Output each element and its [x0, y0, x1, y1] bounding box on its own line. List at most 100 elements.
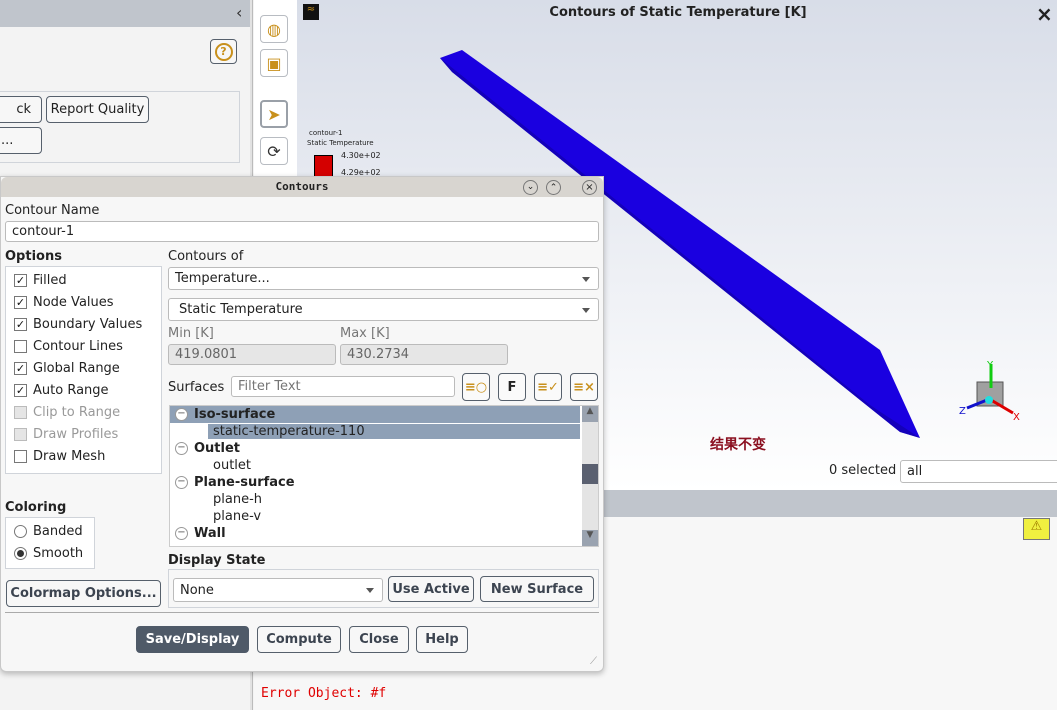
contour-name-input[interactable]: contour-1 — [5, 221, 599, 242]
max-value: 430.2734 — [340, 344, 508, 365]
radio-button[interactable] — [14, 525, 27, 538]
option-label: Filled — [33, 273, 67, 288]
option-boundary-values[interactable]: ✓ Boundary Values — [14, 317, 142, 332]
coloring-smooth[interactable]: Smooth — [14, 546, 83, 561]
option-filled[interactable]: ✓ Filled — [14, 273, 67, 288]
surface-group[interactable]: − Plane-surface — [170, 474, 580, 491]
option-label: Draw Profiles — [33, 427, 119, 442]
scroll-down-arrow[interactable]: ▼ — [582, 530, 598, 546]
option-auto-range[interactable]: ✓ Auto Range — [14, 383, 109, 398]
radio-label: Banded — [33, 524, 83, 539]
radio-button[interactable] — [14, 547, 27, 560]
console-error-text: Error Object: #f — [261, 686, 387, 701]
option-global-range[interactable]: ✓ Global Range — [14, 361, 120, 376]
select-surfaces-icon[interactable]: ≡○ — [462, 373, 490, 401]
surface-filter-input[interactable] — [231, 376, 455, 397]
legend-variable: Static Temperature — [307, 139, 374, 147]
surface-group[interactable]: − Outlet — [170, 440, 580, 457]
scroll-up-arrow[interactable]: ▲ — [582, 406, 598, 422]
surface-list-scrollbar[interactable]: ▲ ▼ — [582, 406, 598, 546]
scroll-thumb[interactable] — [582, 464, 598, 484]
surfaces-label: Surfaces — [168, 380, 225, 395]
close-dialog-button[interactable]: × — [582, 180, 597, 195]
category-select[interactable]: Temperature... — [168, 267, 599, 290]
option-draw-mesh[interactable]: Draw Mesh — [14, 449, 105, 464]
svg-text:X: X — [1013, 412, 1020, 423]
minimize-button[interactable]: ⌄ — [523, 180, 538, 195]
annotation-text: 结果不变 — [710, 437, 766, 453]
collapse-icon[interactable]: − — [175, 442, 188, 455]
display-state-label: Display State — [168, 553, 266, 568]
checkbox[interactable]: ✓ — [14, 274, 27, 287]
select-all-icon[interactable]: ≡✓ — [534, 373, 562, 401]
dialog-title: Contours — [275, 180, 329, 193]
surface-label: plane-h — [213, 492, 262, 507]
group-label: Iso-surface — [194, 407, 280, 422]
use-active-button[interactable]: Use Active — [388, 576, 474, 602]
checkbox[interactable] — [14, 428, 27, 441]
surface-item[interactable]: plane-v — [170, 508, 580, 525]
checkbox[interactable]: ✓ — [14, 384, 27, 397]
checkbox[interactable]: ✓ — [14, 318, 27, 331]
coloring-label: Coloring — [5, 500, 67, 515]
option-label: Global Range — [33, 361, 120, 376]
max-label: Max [K] — [340, 326, 390, 341]
close-button[interactable]: Close — [349, 626, 409, 653]
option-node-values[interactable]: ✓ Node Values — [14, 295, 114, 310]
help-dialog-button[interactable]: Help — [416, 626, 468, 653]
surface-group[interactable]: − Wall — [170, 525, 580, 542]
dialog-divider — [5, 612, 599, 613]
checkbox[interactable]: ✓ — [14, 296, 27, 309]
selection-filter[interactable]: all — [900, 460, 1057, 483]
option-draw-profiles: Draw Profiles — [14, 427, 118, 442]
surface-groups-icon[interactable]: F — [498, 373, 526, 401]
min-label: Min [K] — [168, 326, 214, 341]
variable-select[interactable]: Static Temperature — [168, 298, 599, 321]
surface-item[interactable]: plane-h — [170, 491, 580, 508]
group-label: Plane-surface — [194, 475, 295, 490]
group-label: Wall — [194, 526, 226, 541]
save-display-button[interactable]: Save/Display — [136, 626, 249, 653]
checkbox[interactable] — [14, 340, 27, 353]
checkbox[interactable]: ✓ — [14, 362, 27, 375]
collapse-icon[interactable]: − — [175, 408, 188, 421]
maximize-button[interactable]: ⌃ — [546, 180, 561, 195]
svg-text:Z: Z — [959, 406, 966, 417]
checkbox[interactable] — [14, 450, 27, 463]
surface-label: static-temperature-110 — [208, 424, 580, 439]
axis-triad: Y X Z — [959, 360, 1020, 423]
selected-count: 0 selected — [829, 463, 897, 478]
colormap-options-button[interactable]: Colormap Options... — [6, 580, 161, 607]
option-label: Contour Lines — [33, 339, 123, 354]
legend-color-swatch — [314, 155, 333, 177]
surface-item[interactable]: outlet — [170, 457, 580, 474]
legend-max-label: 4.30e+02 — [341, 151, 381, 160]
surface-label: outlet — [213, 458, 251, 473]
surface-list[interactable]: − Iso-surface static-temperature-110− Outle… — [169, 405, 599, 547]
contour-name-label: Contour Name — [5, 203, 100, 218]
collapse-icon[interactable]: − — [175, 527, 188, 540]
option-label: Draw Mesh — [33, 449, 106, 464]
radio-label: Smooth — [33, 546, 84, 561]
compute-button[interactable]: Compute — [257, 626, 341, 653]
warning-icon[interactable]: ⚠ — [1023, 518, 1050, 540]
contours-of-label: Contours of — [168, 249, 244, 264]
new-surface-button[interactable]: New Surface — [480, 576, 594, 602]
legend-title: contour-1 — [309, 129, 343, 137]
option-clip-to-range: Clip to Range — [14, 405, 120, 420]
min-value: 419.0801 — [168, 344, 336, 365]
option-label: Auto Range — [33, 383, 109, 398]
coloring-banded[interactable]: Banded — [14, 524, 83, 539]
display-state-select[interactable]: None — [173, 578, 383, 602]
surface-label: plane-v — [213, 509, 262, 524]
surface-item[interactable]: static-temperature-110 — [170, 423, 580, 440]
deselect-all-icon[interactable]: ≡× — [570, 373, 598, 401]
surface-group[interactable]: − Iso-surface — [170, 406, 580, 423]
checkbox[interactable] — [14, 406, 27, 419]
options-label: Options — [5, 249, 62, 264]
collapse-icon[interactable]: − — [175, 476, 188, 489]
option-contour-lines[interactable]: Contour Lines — [14, 339, 123, 354]
svg-text:Y: Y — [986, 360, 994, 371]
option-label: Boundary Values — [33, 317, 143, 332]
resize-grip[interactable]: ⟋ — [590, 656, 597, 667]
